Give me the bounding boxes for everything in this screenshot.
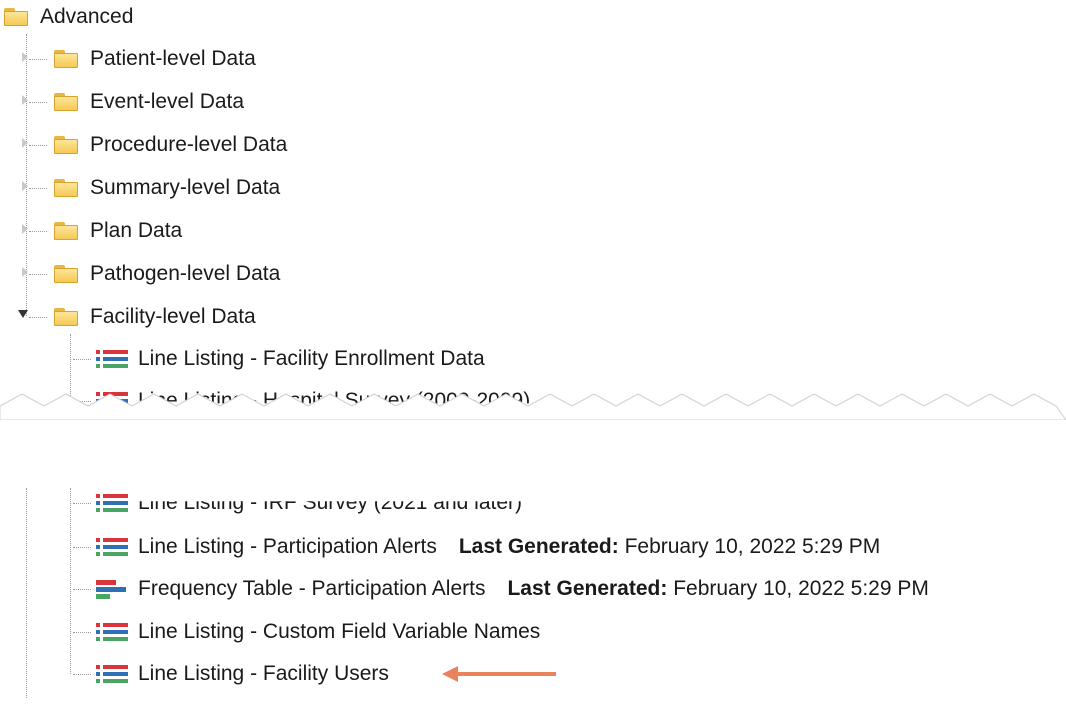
folder-icon [54,50,78,68]
tree-node-line-listing[interactable]: Line Listing - Participation Alerts Last … [96,532,880,562]
tree-node-folder[interactable]: Patient-level Data [54,44,256,74]
tree-connector [29,274,47,275]
tree-connector [73,547,91,548]
tree-node-line-listing[interactable]: Line Listing - Facility Users [96,659,389,689]
tree-guide-line [26,488,27,698]
tree-connector [73,674,91,675]
tree-connector [29,231,47,232]
last-generated-info: Last Generated: February 10, 2022 5:29 P… [507,577,928,601]
tree-node-folder[interactable]: Plan Data [54,216,182,246]
tree-node-label: Line Listing - Participation Alerts [138,535,437,558]
tree-connector [73,359,91,360]
line-listing-icon [96,349,128,369]
tree-node-folder[interactable]: Facility-level Data [54,302,256,332]
last-generated-info: Last Generated: February 10, 2022 5:29 P… [459,535,880,559]
tree-node-label: Line Listing - Facility Users [138,662,389,685]
tree-node-folder[interactable]: Pathogen-level Data [54,259,280,289]
tree-connector [29,317,47,318]
expand-arrow-right-icon[interactable] [22,267,28,277]
tree-node-label: Advanced [40,5,134,28]
line-listing-icon [96,622,128,642]
tree-node-label: Procedure-level Data [90,133,288,156]
tree-connector [29,59,47,60]
last-generated-value: February 10, 2022 5:29 PM [673,577,929,600]
torn-edge-divider [0,393,1066,420]
folder-icon [54,136,78,154]
folder-icon [54,265,78,283]
tree-node-folder[interactable]: Event-level Data [54,87,244,117]
expand-arrow-down-icon[interactable] [18,310,28,318]
folder-icon [54,308,78,326]
folder-icon [4,8,28,26]
annotation-arrow-shaft [456,672,556,676]
frequency-table-icon [96,578,128,600]
folder-icon [54,179,78,197]
expand-arrow-right-icon[interactable] [22,138,28,148]
tree-node-label: Summary-level Data [90,176,281,199]
tree-node-line-listing[interactable]: Line Listing - IRF Survey (2021 and late… [96,488,522,518]
tree-node-label: Patient-level Data [90,47,256,70]
line-listing-icon [96,537,128,557]
folder-icon [54,93,78,111]
tree-node-label: Facility-level Data [90,305,256,328]
last-generated-value: February 10, 2022 5:29 PM [624,535,881,558]
tree-node-advanced[interactable]: Advanced [4,2,133,32]
tree-node-frequency-table[interactable]: Frequency Table - Participation Alerts La… [96,574,929,604]
tree-node-label: Line Listing - Custom Field Variable Nam… [138,620,541,643]
last-generated-label: Last Generated: [507,577,668,600]
expand-arrow-right-icon[interactable] [22,95,28,105]
tree-connector [73,503,91,504]
last-generated-label: Last Generated: [458,535,619,558]
tree-node-label: Line Listing - Facility Enrollment Data [138,347,485,370]
tree-node-label: Event-level Data [90,90,245,113]
tree-connector [29,188,47,189]
expand-arrow-right-icon[interactable] [22,181,28,191]
tree-guide-line [70,488,71,674]
tree-connector [29,145,47,146]
tree-node-folder[interactable]: Summary-level Data [54,173,280,203]
tree-node-label: Line Listing - IRF Survey (2021 and late… [138,491,523,514]
line-listing-icon [96,493,128,513]
tree-node-line-listing[interactable]: Line Listing - Facility Enrollment Data [96,344,485,374]
tree-node-label: Frequency Table - Participation Alerts [138,577,486,600]
line-listing-icon [96,664,128,684]
tree-node-label: Plan Data [90,219,183,242]
tree-connector [29,102,47,103]
tree-connector [73,589,91,590]
tree-node-line-listing[interactable]: Line Listing - Custom Field Variable Nam… [96,617,540,647]
tree-node-folder[interactable]: Procedure-level Data [54,130,287,160]
expand-arrow-right-icon[interactable] [22,52,28,62]
tree-connector [73,632,91,633]
folder-icon [54,222,78,240]
tree-node-label: Pathogen-level Data [90,262,281,285]
expand-arrow-right-icon[interactable] [22,224,28,234]
